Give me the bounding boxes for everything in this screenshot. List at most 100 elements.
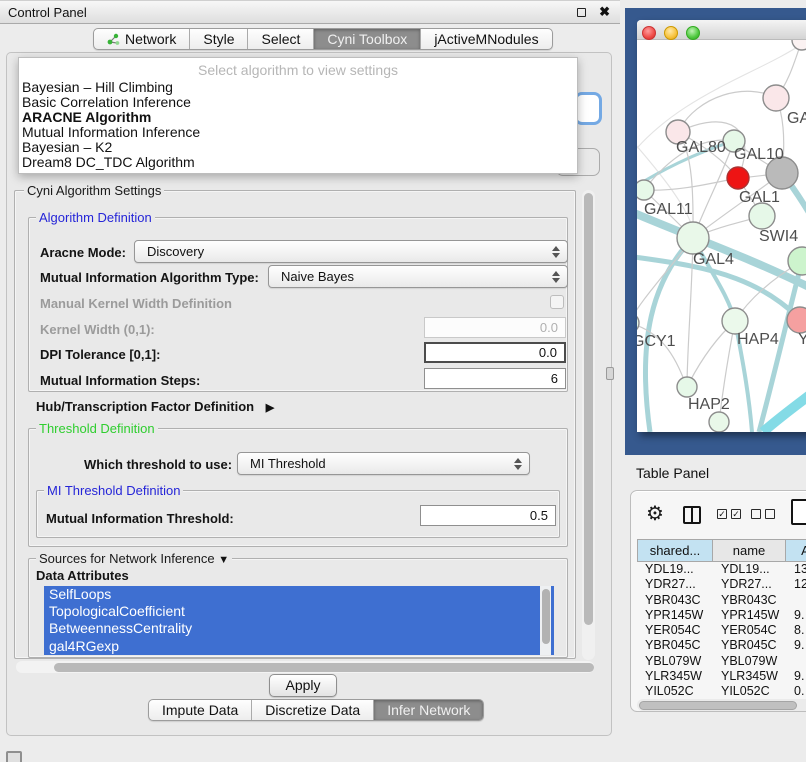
stepper-arrows-icon xyxy=(552,270,560,284)
algorithm-option-selected[interactable]: ARACNE Algorithm xyxy=(19,110,577,125)
network-window[interactable]: GAL GAL80 GAL10 GAL11 GAL1 GAL4 SWI4 GCY… xyxy=(637,20,806,432)
attributes-list-scrollbar[interactable] xyxy=(540,586,551,655)
data-attributes-list: SelfLoops TopologicalCoefficient Between… xyxy=(44,586,554,655)
tab-select[interactable]: Select xyxy=(247,29,313,49)
attribute-item[interactable]: gal4RGexp xyxy=(44,638,554,655)
minimize-traffic-light-icon[interactable] xyxy=(664,26,678,40)
which-threshold-value: MI Threshold xyxy=(250,456,326,471)
gear-icon[interactable]: ⚙ xyxy=(646,503,664,525)
table-row[interactable]: YIL052C YIL052C 0. xyxy=(637,684,806,699)
mi-steps-field[interactable]: 6 xyxy=(424,368,566,389)
float-window-icon[interactable] xyxy=(577,8,586,17)
settings-horizontal-scrollbar[interactable] xyxy=(16,661,594,673)
node-partial-bottom[interactable] xyxy=(709,412,729,432)
algorithm-dropdown-popup: Select algorithm to view settings Bayesi… xyxy=(18,57,578,174)
node-gal4[interactable] xyxy=(677,222,709,254)
network-window-titlebar[interactable] xyxy=(637,20,806,40)
stepper-arrows-icon xyxy=(514,457,522,471)
algorithm-option[interactable]: Bayesian – K2 xyxy=(19,140,577,155)
sources-toggle[interactable]: Sources for Network Inference ▼ xyxy=(36,551,232,566)
cell: YBR045C xyxy=(713,638,786,653)
algorithm-option[interactable]: Bayesian – Hill Climbing xyxy=(19,80,577,95)
node-swi4[interactable] xyxy=(788,247,806,275)
table-row[interactable]: YPR145W YPR145W 9. xyxy=(637,608,806,623)
column-header-partial[interactable]: A xyxy=(786,539,806,562)
column-header-shared-name[interactable]: shared... xyxy=(637,539,713,562)
hub-definition-toggle[interactable]: Hub/Transcription Factor Definition ▶ xyxy=(36,399,274,414)
node-gal-cut[interactable] xyxy=(763,85,789,111)
cell: YDL19... xyxy=(637,562,713,577)
desktop: Control Panel ✖ Network Style Select xyxy=(0,0,806,762)
tab-jactivemnodules[interactable]: jActiveMNodules xyxy=(420,29,551,49)
stepper-arrows-icon xyxy=(552,245,560,259)
cell: 8. xyxy=(786,623,806,638)
node-salmon[interactable] xyxy=(787,307,806,333)
cell: YLR345W xyxy=(637,669,713,684)
table-row[interactable]: YLR345W YLR345W 9. xyxy=(637,669,806,684)
algorithm-option[interactable]: Dream8 DC_TDC Algorithm xyxy=(19,155,577,170)
close-traffic-light-icon[interactable] xyxy=(642,26,656,40)
dpi-tolerance-field[interactable]: 0.0 xyxy=(424,342,566,363)
close-window-icon[interactable]: ✖ xyxy=(599,4,610,20)
network-view-panel: GAL GAL80 GAL10 GAL11 GAL1 GAL4 SWI4 GCY… xyxy=(625,8,806,455)
tab-label: Select xyxy=(261,29,300,49)
attribute-item[interactable]: TopologicalCoefficient xyxy=(44,603,554,620)
expand-arrow-icon: ▶ xyxy=(266,402,274,414)
zoom-traffic-light-icon[interactable] xyxy=(686,26,700,40)
table-panel: Table Panel ⚙ ✓ ✓ shared... name A YDL19… xyxy=(620,455,806,762)
cell: 9. xyxy=(786,638,806,653)
node-gal11[interactable] xyxy=(637,180,654,200)
split-columns-icon[interactable] xyxy=(683,506,701,524)
aracne-mode-combobox[interactable]: Discovery xyxy=(134,240,568,263)
tab-style[interactable]: Style xyxy=(189,29,247,49)
which-threshold-combobox[interactable]: MI Threshold xyxy=(237,452,530,475)
manual-kernel-checkbox[interactable] xyxy=(550,295,564,309)
attribute-item[interactable]: BetweennessCentrality xyxy=(44,620,554,637)
algorithm-option[interactable]: Mutual Information Inference xyxy=(19,125,577,140)
sources-title: Sources for Network Inference xyxy=(39,551,215,566)
deselect-all-checkboxes-icon[interactable] xyxy=(751,509,775,519)
checked-box-icon: ✓ xyxy=(717,509,727,519)
table-mode-icon[interactable] xyxy=(791,499,806,525)
apply-button[interactable]: Apply xyxy=(269,674,337,697)
node-red-selected[interactable] xyxy=(727,167,749,189)
table-panel-title: Table Panel xyxy=(636,465,709,481)
node-gcy1[interactable] xyxy=(637,313,639,333)
table-row[interactable]: YDR27... YDR27... 12 xyxy=(637,577,806,592)
table-row[interactable]: YER054C YER054C 8. xyxy=(637,623,806,638)
node-label-gal11: GAL11 xyxy=(644,201,693,219)
tab-discretize-data[interactable]: Discretize Data xyxy=(251,700,373,720)
tab-cyni-toolbox[interactable]: Cyni Toolbox xyxy=(313,29,420,49)
table-row[interactable]: YBL079W YBL079W xyxy=(637,654,806,669)
tab-label: Infer Network xyxy=(387,700,470,720)
select-all-checkboxes-icon[interactable]: ✓ ✓ xyxy=(717,509,741,519)
cell: YLR345W xyxy=(713,669,786,684)
tab-impute-data[interactable]: Impute Data xyxy=(149,700,251,720)
node-hap2[interactable] xyxy=(677,377,697,397)
cell: YIL052C xyxy=(637,684,713,699)
column-header-name[interactable]: name xyxy=(713,539,786,562)
algorithm-option[interactable]: Basic Correlation Inference xyxy=(19,95,577,110)
mi-type-combobox[interactable]: Naive Bayes xyxy=(268,265,568,288)
cell: YPR145W xyxy=(637,608,713,623)
splitpane-divider-handle[interactable] xyxy=(606,367,614,380)
network-canvas[interactable]: GAL GAL80 GAL10 GAL11 GAL1 GAL4 SWI4 GCY… xyxy=(637,40,806,432)
mi-type-label: Mutual Information Algorithm Type: xyxy=(40,270,259,285)
attribute-item[interactable]: SelfLoops xyxy=(44,586,554,603)
cell: YER054C xyxy=(637,623,713,638)
which-threshold-label: Which threshold to use: xyxy=(84,457,232,472)
table-row[interactable]: YBR045C YBR045C 9. xyxy=(637,638,806,653)
tab-network[interactable]: Network xyxy=(94,29,189,49)
table-row[interactable]: YDL19... YDL19... 13 xyxy=(637,562,806,577)
node-label-hap4: HAP4 xyxy=(737,331,779,349)
mi-threshold-field[interactable]: 0.5 xyxy=(420,505,556,526)
algorithm-selector-combobox[interactable] xyxy=(574,92,602,125)
settings-vertical-scrollbar[interactable] xyxy=(582,190,595,660)
kernel-width-field[interactable]: 0.0 xyxy=(424,317,566,338)
table-horizontal-scrollbar[interactable] xyxy=(637,699,806,711)
control-panel-titlebar[interactable]: Control Panel ✖ xyxy=(0,0,620,24)
table-row[interactable]: YBR043C YBR043C xyxy=(637,593,806,608)
tab-infer-network[interactable]: Infer Network xyxy=(373,700,483,720)
tab-label: Network xyxy=(125,29,176,49)
minimized-panel-icon[interactable] xyxy=(6,751,22,762)
